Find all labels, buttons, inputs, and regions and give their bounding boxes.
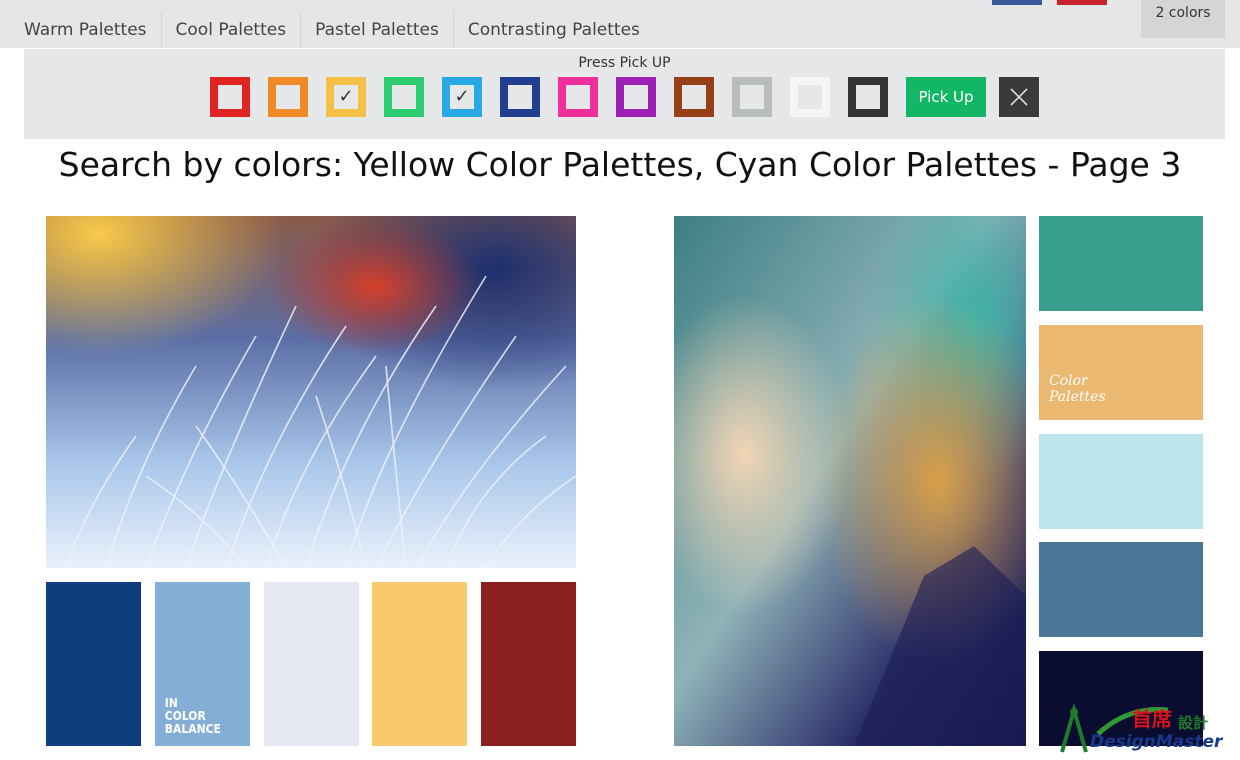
color-picker-panel: Press Pick UP ✓ ✓ Pick Up [24,49,1225,139]
tab-warm-palettes[interactable]: Warm Palettes [10,12,162,48]
palette-color-chip[interactable] [481,582,576,746]
color-swatch[interactable] [558,77,598,117]
color-swatch[interactable] [848,77,888,117]
color-swatch[interactable] [790,77,830,117]
color-swatch[interactable] [732,77,772,117]
pinterest-share-button[interactable] [1057,0,1107,5]
svg-text:設計: 設計 [1178,714,1208,732]
close-icon [1010,88,1028,106]
color-swatch[interactable] [500,77,540,117]
checkmark-icon: ✓ [338,86,354,107]
facebook-share-button[interactable] [992,0,1042,5]
color-swatch[interactable] [268,77,308,117]
color-swatch[interactable] [674,77,714,117]
palette-color-chip[interactable] [1039,433,1203,529]
palette-color-chip[interactable] [1039,542,1203,638]
tab-pastel-palettes[interactable]: Pastel Palettes [301,12,454,48]
palette-tabs: Warm Palettes Cool Palettes Pastel Palet… [10,12,654,48]
frosted-grass-photo[interactable] [46,216,576,568]
palette-color-chip[interactable] [372,582,468,746]
palette-color-chip[interactable]: Color Palettes [1039,324,1203,420]
clear-selection-button[interactable] [999,77,1039,117]
svg-text:首席: 首席 [1132,707,1172,731]
color-swatch[interactable] [210,77,250,117]
checkmark-icon: ✓ [454,86,470,107]
designmaster-logo: 首席 設計 DesignMaster [1058,702,1234,756]
mineral-macro-photo[interactable] [674,216,1026,746]
palette-color-chip[interactable]: IN COLOR BALANCE [154,582,250,746]
selected-colors-count[interactable]: 2 colors [1141,0,1225,38]
mineral-macro-image [674,216,1026,746]
tab-contrasting-palettes[interactable]: Contrasting Palettes [454,12,654,48]
frosted-grass-image [46,216,576,568]
top-nav: Warm Palettes Cool Palettes Pastel Palet… [0,0,1240,48]
pick-up-button[interactable]: Pick Up [906,77,986,117]
color-swatch[interactable]: ✓ [442,77,482,117]
svg-text:DesignMaster: DesignMaster [1090,732,1224,752]
tab-cool-palettes[interactable]: Cool Palettes [162,12,302,48]
color-swatch[interactable] [384,77,424,117]
palette-color-chip[interactable] [263,582,359,746]
color-swatch[interactable]: ✓ [326,77,366,117]
palette-caption: Color Palettes [1049,372,1106,405]
picker-instruction: Press Pick UP [578,55,671,71]
palette-color-chip[interactable] [46,582,141,746]
palette-caption: IN COLOR BALANCE [164,696,221,736]
palette-color-chip[interactable] [1039,216,1203,311]
page-title: Search by colors: Yellow Color Palettes,… [58,145,1182,184]
color-swatch[interactable] [616,77,656,117]
